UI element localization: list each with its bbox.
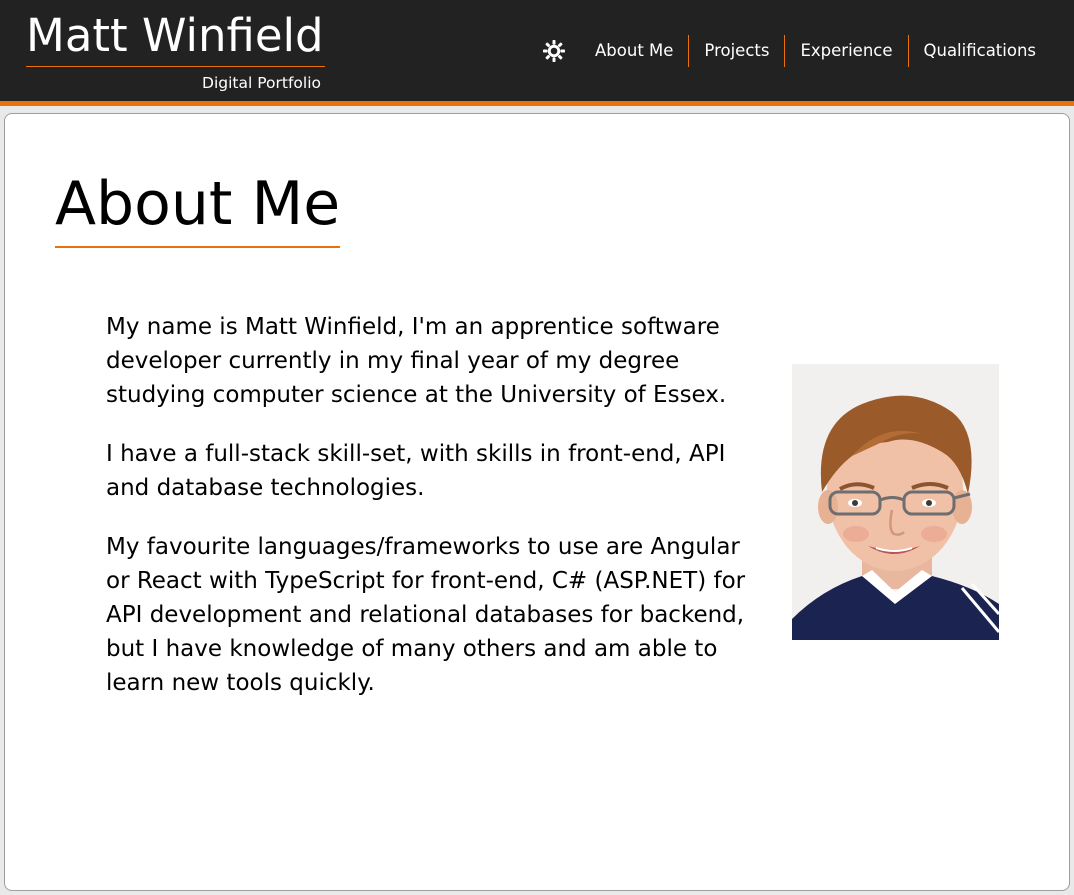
- nav-projects[interactable]: Projects: [689, 35, 784, 67]
- about-paragraph-2: I have a full-stack skill-set, with skil…: [106, 441, 726, 501]
- brand: Matt Winfield Digital Portfolio: [26, 10, 325, 92]
- sun-icon: [543, 40, 565, 62]
- nav-experience[interactable]: Experience: [785, 35, 907, 67]
- profile-photo-illustration: [792, 364, 999, 640]
- theme-toggle-button[interactable]: [540, 35, 568, 67]
- nav-about-me[interactable]: About Me: [580, 35, 688, 67]
- profile-photo: [792, 364, 999, 640]
- section-title: About Me: [55, 166, 341, 248]
- about-paragraph-3: My favourite languages/frameworks to use…: [106, 534, 746, 696]
- site-subtitle: Digital Portfolio: [202, 74, 321, 92]
- main-nav: About Me Projects Experience Qualificati…: [540, 35, 1051, 67]
- nav-qualifications[interactable]: Qualifications: [909, 35, 1052, 67]
- about-paragraph-1: My name is Matt Winfield, I'm an apprent…: [106, 314, 727, 408]
- site-title[interactable]: Matt Winfield: [26, 10, 325, 67]
- about-text: My name is Matt Winfield, I'm an apprent…: [106, 310, 746, 725]
- about-me-card: About Me My name is Matt Winfield, I'm a…: [4, 113, 1070, 891]
- site-header: Matt Winfield Digital Portfolio About Me…: [0, 0, 1074, 106]
